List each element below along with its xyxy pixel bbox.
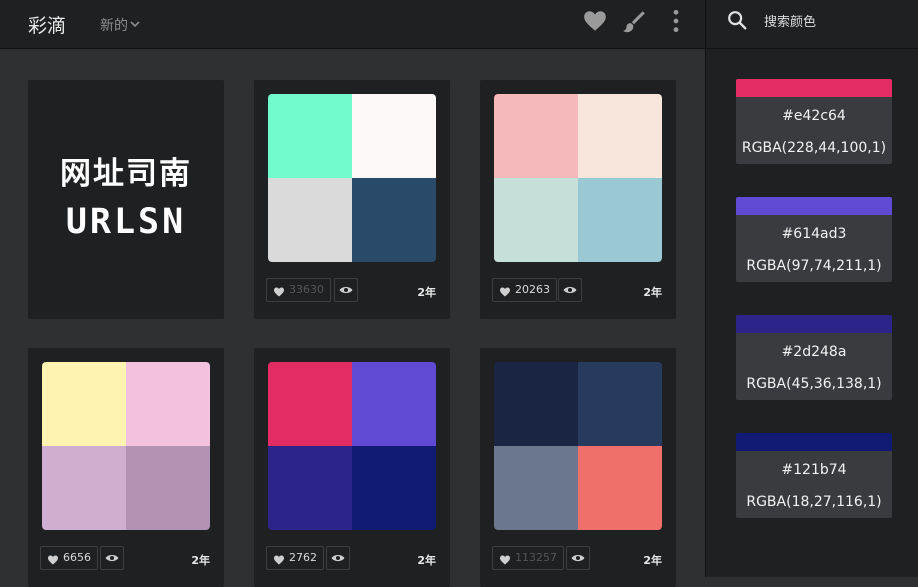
like-count: 2762 — [289, 551, 317, 564]
palette-grid[interactable] — [494, 94, 662, 262]
color-block[interactable] — [352, 178, 436, 262]
color-block[interactable] — [494, 446, 578, 530]
eye-icon — [339, 286, 353, 294]
color-block[interactable] — [494, 362, 578, 446]
view-button[interactable] — [334, 278, 358, 302]
color-swatch[interactable]: #e42c64 RGBA(228,44,100,1) — [736, 79, 892, 164]
color-block[interactable] — [268, 446, 352, 530]
eye-icon — [571, 554, 585, 562]
swatch-hex[interactable]: #121b74 — [736, 462, 892, 478]
heart-icon — [273, 284, 285, 297]
swatch-rgba[interactable]: RGBA(97,74,211,1) — [736, 258, 892, 274]
palette-card[interactable]: 33630 2年 — [254, 80, 450, 319]
color-swatch[interactable]: #121b74 RGBA(18,27,116,1) — [736, 433, 892, 518]
palette-grid[interactable] — [268, 94, 436, 262]
swatch-hex[interactable]: #2d248a — [736, 344, 892, 360]
view-button[interactable] — [566, 546, 590, 570]
eye-icon — [563, 286, 577, 294]
search-icon[interactable] — [726, 9, 748, 31]
color-block[interactable] — [578, 178, 662, 262]
swatch-color-bar — [736, 315, 892, 333]
like-button[interactable]: 113257 — [492, 546, 564, 570]
color-block[interactable] — [42, 446, 126, 530]
more-vertical-icon[interactable] — [663, 8, 689, 34]
like-count: 113257 — [515, 551, 557, 564]
color-block[interactable] — [268, 362, 352, 446]
view-button[interactable] — [100, 546, 124, 570]
swatch-rgba[interactable]: RGBA(228,44,100,1) — [736, 140, 892, 156]
color-swatch[interactable]: #614ad3 RGBA(97,74,211,1) — [736, 197, 892, 282]
swatch-hex[interactable]: #e42c64 — [736, 108, 892, 124]
swatch-color-bar — [736, 79, 892, 97]
color-block[interactable] — [268, 178, 352, 262]
eye-icon — [331, 554, 345, 562]
color-block[interactable] — [578, 446, 662, 530]
color-block[interactable] — [126, 446, 210, 530]
heart-icon[interactable] — [582, 8, 608, 34]
palette-card[interactable]: 113257 2年 — [480, 348, 676, 587]
heart-icon — [499, 284, 511, 297]
card-age: 2年 — [417, 286, 436, 299]
palette-card[interactable]: 20263 2年 — [480, 80, 676, 319]
card-age: 2年 — [643, 554, 662, 567]
palette-grid[interactable] — [268, 362, 436, 530]
like-count: 20263 — [515, 283, 550, 296]
like-button[interactable]: 20263 — [492, 278, 557, 302]
like-button[interactable]: 2762 — [266, 546, 324, 570]
ad-title: 网址司南 — [60, 156, 192, 192]
nav-new-label: 新的 — [100, 18, 128, 34]
heart-icon — [499, 552, 511, 565]
color-block[interactable] — [352, 362, 436, 446]
color-block[interactable] — [352, 94, 436, 178]
top-header: 彩滴 新的 — [0, 0, 705, 49]
palette-card[interactable]: 6656 2年 — [28, 348, 224, 587]
like-button[interactable]: 33630 — [266, 278, 331, 302]
heart-icon — [47, 552, 59, 565]
like-count: 33630 — [289, 283, 324, 296]
swatch-color-bar — [736, 433, 892, 451]
color-block[interactable] — [494, 178, 578, 262]
color-detail-panel: #e42c64 RGBA(228,44,100,1) #614ad3 RGBA(… — [705, 0, 918, 577]
color-block[interactable] — [42, 362, 126, 446]
view-button[interactable] — [326, 546, 350, 570]
card-age: 2年 — [417, 554, 436, 567]
like-button[interactable]: 6656 — [40, 546, 98, 570]
ad-subtitle: URLSN — [65, 202, 187, 242]
palette-card[interactable]: 2762 2年 — [254, 348, 450, 587]
swatch-rgba[interactable]: RGBA(45,36,138,1) — [736, 376, 892, 392]
color-block[interactable] — [268, 94, 352, 178]
color-block[interactable] — [352, 446, 436, 530]
app-logo[interactable]: 彩滴 — [28, 11, 66, 38]
swatch-rgba[interactable]: RGBA(18,27,116,1) — [736, 494, 892, 510]
brush-icon[interactable] — [621, 8, 647, 34]
color-block[interactable] — [126, 362, 210, 446]
swatch-color-bar — [736, 197, 892, 215]
card-age: 2年 — [643, 286, 662, 299]
chevron-down-icon — [130, 17, 140, 33]
palette-grid[interactable] — [494, 362, 662, 530]
eye-icon — [105, 554, 119, 562]
palette-grid[interactable] — [42, 362, 210, 530]
color-block[interactable] — [578, 362, 662, 446]
ad-banner[interactable]: 网址司南 URLSN — [28, 80, 224, 319]
view-button[interactable] — [558, 278, 582, 302]
color-swatch[interactable]: #2d248a RGBA(45,36,138,1) — [736, 315, 892, 400]
swatch-hex[interactable]: #614ad3 — [736, 226, 892, 242]
color-block[interactable] — [578, 94, 662, 178]
card-age: 2年 — [191, 554, 210, 567]
like-count: 6656 — [63, 551, 91, 564]
search-input[interactable] — [762, 10, 906, 34]
search-bar — [706, 0, 918, 49]
heart-icon — [273, 552, 285, 565]
nav-new-dropdown[interactable]: 新的 — [100, 15, 140, 35]
color-block[interactable] — [494, 94, 578, 178]
